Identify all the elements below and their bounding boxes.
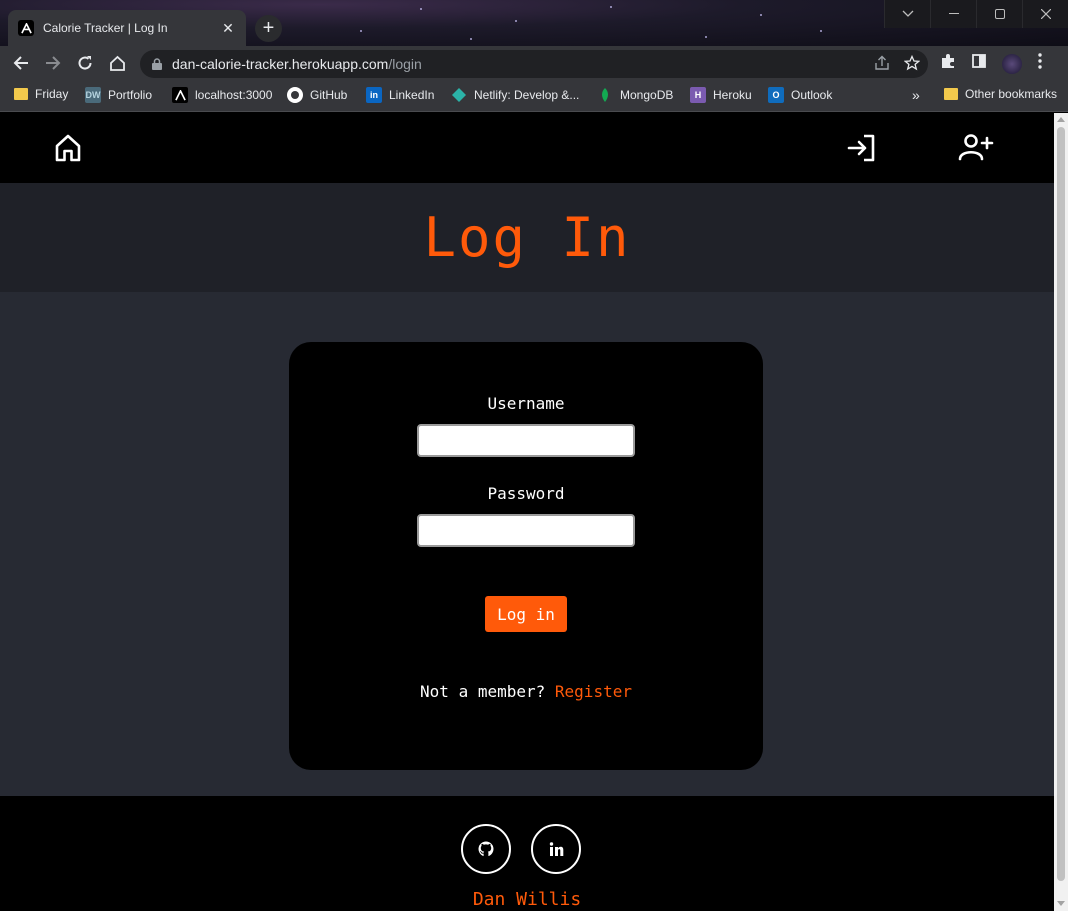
window-controls: [884, 0, 1068, 28]
bookmark-label: Netlify: Develop &...: [474, 88, 580, 102]
bookmark-mongodb[interactable]: MongoDB: [597, 87, 673, 103]
bookmark-label: Portfolio: [108, 88, 153, 102]
bookmarks-bar: Friday DW Portfolio localhost:3000 GitHu…: [0, 80, 1068, 112]
bookmarks-overflow-button[interactable]: »: [912, 87, 920, 103]
menu-kebab-icon[interactable]: [1038, 53, 1042, 74]
bookmark-linkedin[interactable]: in LinkedIn: [366, 87, 434, 103]
dw-icon: DW: [85, 87, 101, 103]
linkedin-icon: in: [366, 87, 382, 103]
github-icon: [478, 841, 494, 857]
scroll-down-icon[interactable]: [1057, 901, 1065, 906]
url-path: /login: [388, 56, 422, 72]
page-scrollbar[interactable]: [1054, 113, 1068, 911]
register-link[interactable]: Register: [555, 682, 632, 701]
bookmark-label: Friday: [35, 87, 69, 101]
linkedin-icon: [549, 841, 564, 857]
page-header: Log In: [0, 183, 1054, 292]
minimize-icon[interactable]: [930, 0, 976, 28]
share-icon[interactable]: [874, 55, 890, 74]
tab-close-icon[interactable]: ✕: [220, 20, 236, 36]
password-label: Password: [487, 484, 565, 503]
outlook-icon: O: [768, 87, 784, 103]
address-bar[interactable]: dan-calorie-tracker.herokuapp.com/login: [140, 50, 928, 78]
app-icon: [172, 87, 188, 103]
password-input[interactable]: [417, 514, 635, 547]
bookmark-friday[interactable]: Friday: [14, 87, 68, 101]
reload-icon[interactable]: [73, 51, 97, 75]
page-viewport: Log In Username Password Log in Not a me…: [0, 113, 1054, 911]
other-bookmarks[interactable]: Other bookmarks: [944, 87, 1057, 101]
browser-toolbar: dan-calorie-tracker.herokuapp.com/login: [0, 46, 1068, 80]
bookmark-star-icon[interactable]: [903, 54, 921, 74]
back-arrow-icon[interactable]: [9, 51, 33, 75]
username-label: Username: [487, 394, 565, 413]
bookmark-netlify[interactable]: Netlify: Develop &...: [451, 87, 579, 103]
close-window-icon[interactable]: [1022, 0, 1068, 28]
browser-titlebar: Calorie Tracker | Log In ✕ +: [0, 0, 1068, 46]
new-tab-button[interactable]: +: [255, 15, 282, 42]
bookmark-label: MongoDB: [620, 88, 674, 102]
folder-icon: [14, 88, 28, 100]
bookmark-label: GitHub: [310, 88, 348, 102]
username-input[interactable]: [417, 424, 635, 457]
bookmark-label: Heroku: [713, 88, 752, 102]
url-host: dan-calorie-tracker.herokuapp.com: [172, 56, 389, 72]
bookmark-localhost[interactable]: localhost:3000: [172, 87, 272, 103]
chevron-double-right-icon: »: [912, 87, 920, 103]
mongodb-icon: [597, 87, 613, 103]
browser-tab[interactable]: Calorie Tracker | Log In ✕: [8, 10, 246, 46]
scrollbar-thumb[interactable]: [1057, 127, 1065, 881]
tab-title: Calorie Tracker | Log In: [43, 21, 168, 35]
add-user-icon[interactable]: [958, 132, 994, 164]
lock-icon: [152, 58, 162, 70]
bookmark-github[interactable]: GitHub: [287, 87, 347, 103]
github-link[interactable]: [461, 824, 511, 874]
other-bookmarks-label: Other bookmarks: [965, 87, 1058, 101]
footer: Dan Willis: [0, 796, 1054, 911]
profile-avatar[interactable]: [1002, 53, 1022, 74]
login-form: Username Password Log in Not a member? R…: [289, 342, 763, 770]
app-navbar: [0, 113, 1054, 183]
app-favicon-icon: [18, 20, 34, 36]
not-member-text: Not a member?: [420, 682, 546, 701]
bookmark-portfolio[interactable]: DW Portfolio: [85, 87, 152, 103]
footer-author: Dan Willis: [472, 889, 582, 910]
register-prompt: Not a member? Register: [289, 682, 763, 701]
scroll-up-icon[interactable]: [1057, 117, 1065, 122]
github-icon: [287, 87, 303, 103]
login-button[interactable]: Log in: [485, 596, 567, 632]
home-browser-icon[interactable]: [105, 51, 129, 75]
home-icon[interactable]: [52, 132, 84, 164]
heroku-icon: H: [690, 87, 706, 103]
bookmark-label: LinkedIn: [389, 88, 435, 102]
extensions-puzzle-icon[interactable]: [940, 53, 956, 74]
restore-icon[interactable]: [976, 0, 1022, 28]
netlify-icon: [451, 87, 467, 103]
side-panel-icon[interactable]: [972, 54, 986, 73]
bookmark-heroku[interactable]: H Heroku: [690, 87, 752, 103]
page-title: Log In: [423, 206, 631, 269]
bookmark-label: localhost:3000: [195, 88, 273, 102]
forward-arrow-icon[interactable]: [41, 51, 65, 75]
bookmark-label: Outlook: [791, 88, 833, 102]
tab-search-icon[interactable]: [884, 0, 930, 28]
folder-icon: [944, 88, 958, 100]
linkedin-link[interactable]: [531, 824, 581, 874]
login-icon[interactable]: [846, 132, 878, 164]
bookmark-outlook[interactable]: O Outlook: [768, 87, 832, 103]
